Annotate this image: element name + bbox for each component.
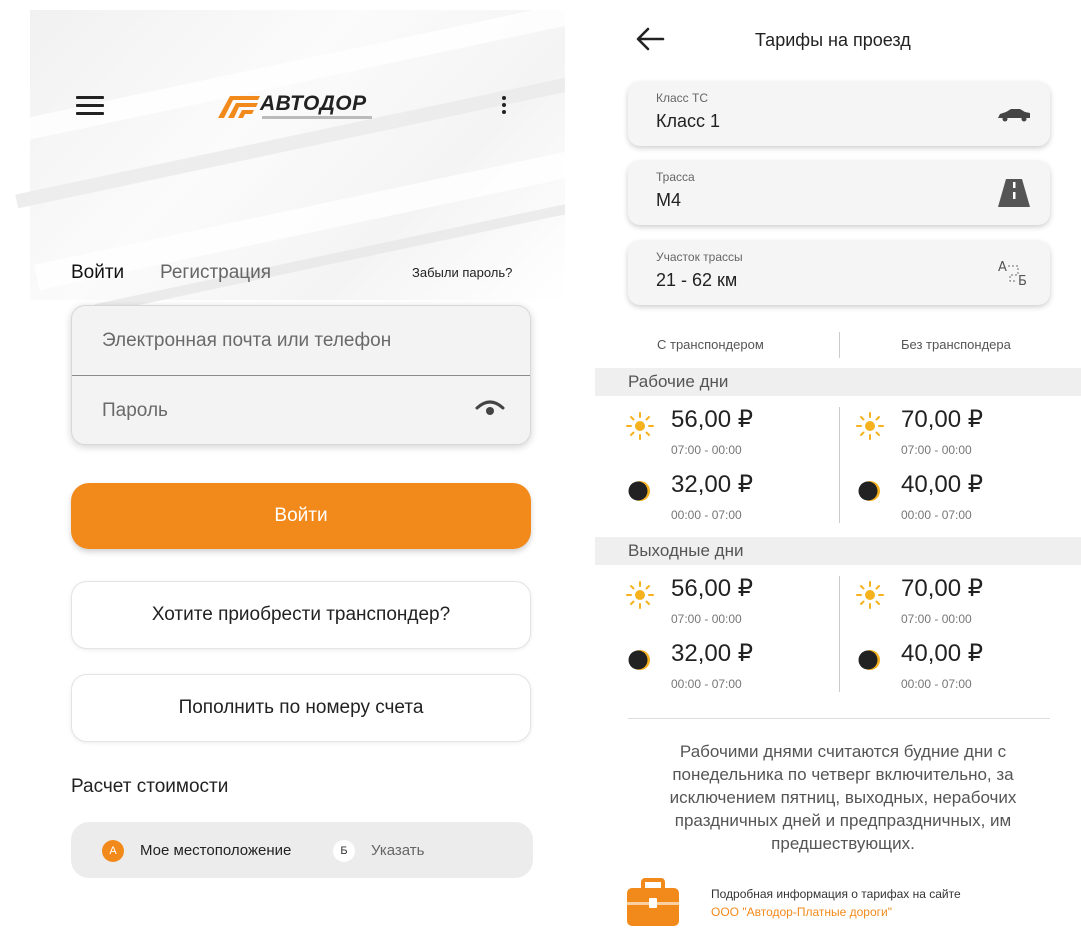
- column-divider: [839, 407, 840, 523]
- header-background: [0, 0, 565, 314]
- selector-value: М4: [656, 190, 682, 210]
- price-time: 07:00 - 00:00: [901, 443, 972, 457]
- price-cell: 32,00 ₽ 00:00 - 07:00: [625, 470, 825, 526]
- cost-calculation-title: Расчет стоимости: [71, 776, 229, 797]
- section-weekends: Выходные дни: [595, 537, 1081, 565]
- point-b-specify[interactable]: Указать: [371, 842, 425, 859]
- email-field-container: [72, 306, 530, 376]
- logo-mark-icon: [218, 96, 260, 118]
- password-field[interactable]: [102, 376, 462, 444]
- price-amount: 56,00 ₽: [671, 406, 753, 433]
- price-time: 00:00 - 07:00: [671, 677, 742, 691]
- column-divider: [839, 576, 840, 692]
- route-segment-icon: А Б: [998, 260, 1027, 289]
- sun-icon: [856, 581, 884, 609]
- back-arrow-icon[interactable]: [635, 26, 665, 52]
- price-cell: 56,00 ₽ 07:00 - 00:00: [625, 405, 825, 461]
- topup-by-account-button[interactable]: Пополнить по номеру счета: [71, 674, 531, 742]
- section-title: Выходные дни: [628, 541, 744, 560]
- section-weekdays: Рабочие дни: [595, 368, 1081, 396]
- column-without-transponder: Без транспондера: [901, 337, 1011, 352]
- point-a-my-location[interactable]: Мое местоположение: [140, 842, 291, 859]
- selector-caption: Трасса: [656, 170, 695, 184]
- price-amount: 32,00 ₽: [671, 640, 753, 667]
- price-amount: 70,00 ₽: [901, 575, 983, 602]
- price-time: 00:00 - 07:00: [671, 508, 742, 522]
- price-amount: 56,00 ₽: [671, 575, 753, 602]
- price-time: 07:00 - 00:00: [901, 612, 972, 626]
- selector-value: 21 - 62 км: [656, 270, 738, 290]
- eye-icon[interactable]: [474, 398, 506, 420]
- forgot-password-link[interactable]: Забыли пароль?: [412, 265, 512, 280]
- price-cell: 32,00 ₽ 00:00 - 07:00: [625, 639, 825, 695]
- price-amount: 70,00 ₽: [901, 406, 983, 433]
- page-title: Тарифы на проезд: [755, 30, 911, 50]
- selector-value: Класс 1: [656, 111, 721, 131]
- buy-transponder-button[interactable]: Хотите приобрести транспондер?: [71, 581, 531, 649]
- selector-caption: Класс ТС: [656, 91, 708, 105]
- tab-login[interactable]: Войти: [71, 262, 124, 284]
- login-button[interactable]: Войти: [71, 483, 531, 549]
- road-segment-selector[interactable]: Участок трассы 21 - 62 км А Б: [628, 241, 1050, 305]
- login-form: [71, 305, 531, 445]
- briefcase-icon: [627, 878, 679, 926]
- price-amount: 40,00 ₽: [901, 471, 983, 498]
- price-time: 00:00 - 07:00: [901, 677, 972, 691]
- tariff-info-text: Подробная информация о тарифах на сайте: [711, 887, 961, 901]
- price-time: 00:00 - 07:00: [901, 508, 972, 522]
- point-a-marker: А: [102, 840, 124, 862]
- tab-register[interactable]: Регистрация: [160, 262, 271, 284]
- section-title: Рабочие дни: [628, 372, 729, 391]
- more-vertical-icon[interactable]: [499, 96, 509, 118]
- login-screen: АВТОДОР Войти Регистрация Забыли пароль?…: [0, 0, 565, 946]
- svg-text:Б: Б: [1018, 274, 1027, 289]
- moon-icon: [858, 650, 880, 670]
- sun-icon: [626, 412, 654, 440]
- avtodor-logo: АВТОДОР: [216, 90, 381, 124]
- column-divider: [839, 332, 840, 358]
- route-selector: А Мое местоположение Б Указать: [71, 822, 533, 878]
- price-time: 07:00 - 00:00: [671, 443, 742, 457]
- logo-text: АВТОДОР: [260, 92, 367, 115]
- road-icon: [998, 179, 1030, 207]
- sun-icon: [626, 581, 654, 609]
- hamburger-icon[interactable]: [76, 96, 104, 118]
- price-cell: 40,00 ₽ 00:00 - 07:00: [855, 639, 1055, 695]
- price-cell: 70,00 ₽ 07:00 - 00:00: [855, 574, 1055, 630]
- moon-icon: [628, 481, 650, 501]
- moon-icon: [628, 650, 650, 670]
- highway-selector[interactable]: Трасса М4: [628, 161, 1050, 225]
- password-field-container: [72, 376, 530, 444]
- email-field[interactable]: [102, 306, 462, 376]
- workdays-note: Рабочими днями считаются будние дни с по…: [669, 742, 1017, 853]
- price-amount: 32,00 ₽: [671, 471, 753, 498]
- tariff-info-link[interactable]: ООО "Автодор-Платные дороги": [711, 905, 892, 919]
- price-cell: 40,00 ₽ 00:00 - 07:00: [855, 470, 1055, 526]
- vehicle-class-selector[interactable]: Класс ТС Класс 1: [628, 82, 1050, 146]
- moon-icon: [858, 481, 880, 501]
- point-b-marker: Б: [333, 840, 355, 862]
- column-with-transponder: С транспондером: [657, 337, 764, 352]
- price-cell: 56,00 ₽ 07:00 - 00:00: [625, 574, 825, 630]
- price-cell: 70,00 ₽ 07:00 - 00:00: [855, 405, 1055, 461]
- price-amount: 40,00 ₽: [901, 640, 983, 667]
- svg-text:А: А: [998, 260, 1007, 275]
- tariffs-screen: Тарифы на проезд Класс ТС Класс 1 Трасса…: [595, 0, 1081, 946]
- divider: [628, 718, 1050, 719]
- car-icon: [998, 109, 1030, 122]
- selector-caption: Участок трассы: [656, 250, 743, 264]
- sun-icon: [856, 412, 884, 440]
- price-time: 07:00 - 00:00: [671, 612, 742, 626]
- logo-subtitle-line: [262, 116, 372, 119]
